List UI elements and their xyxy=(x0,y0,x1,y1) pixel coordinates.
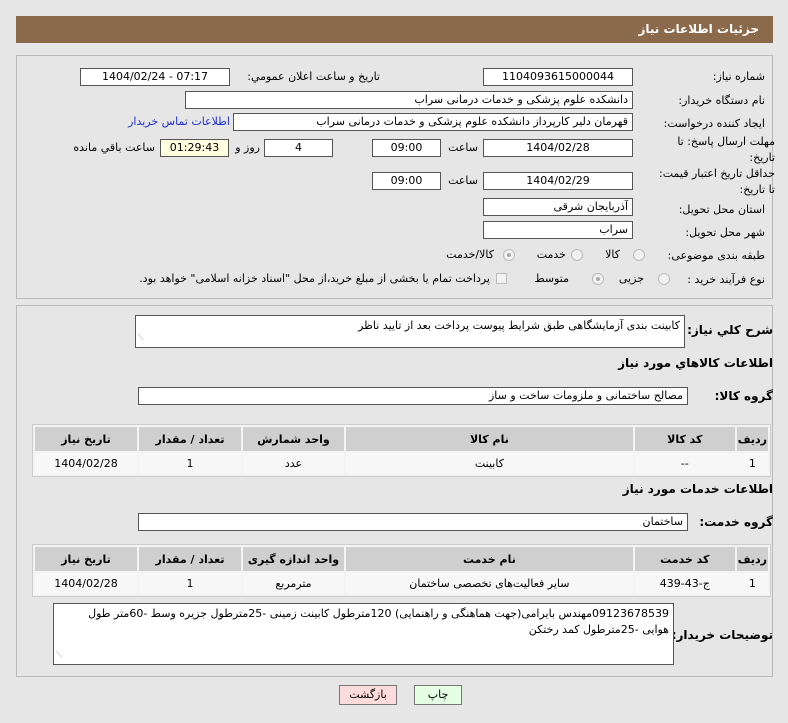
table-row: 1 -- کابینت عدد 1 1404/02/28 xyxy=(35,453,768,474)
process-label: نوع فرآیند خرید : xyxy=(687,273,765,286)
resize-grip-icon[interactable]: ⟋ xyxy=(138,330,144,346)
print-button[interactable]: چاپ xyxy=(414,685,462,705)
cell-date: 1404/02/28 xyxy=(35,573,137,594)
validity-time-field: 09:00 xyxy=(372,172,441,190)
deadline-time-label: ساعت xyxy=(448,141,478,154)
summary-label: شرح کلي نیاز: xyxy=(687,323,773,337)
category-radio-goods-service[interactable] xyxy=(503,249,515,261)
announce-field: 1404/02/24 - 07:17 xyxy=(80,68,230,86)
service-group-label: گروه خدمت: xyxy=(699,515,773,529)
announce-label: تاریخ و ساعت اعلان عمومي: xyxy=(247,70,380,83)
category-label: طبقه بندی موضوعی: xyxy=(667,249,765,262)
goods-table: ردیف کد کالا نام کالا واحد شمارش تعداد /… xyxy=(32,424,771,477)
category-option-service: خدمت xyxy=(536,248,566,261)
cell-date: 1404/02/28 xyxy=(35,453,137,474)
col-unit: واحد اندازه گیری xyxy=(243,547,344,571)
goods-group-label: گروه کالا: xyxy=(714,389,773,403)
days-label: روز و xyxy=(235,141,260,154)
category-radio-service[interactable] xyxy=(571,249,583,261)
buyer-notes-label: توضیحات خریدار: xyxy=(671,628,773,642)
col-qty: تعداد / مقدار xyxy=(139,547,241,571)
process-option-minor: جزیی xyxy=(618,272,644,285)
buyer-notes-textarea[interactable]: 09123678539مهندس بایرامی(جهت هماهنگی و ر… xyxy=(53,603,674,665)
need-number-label: شماره نیاز: xyxy=(712,70,765,83)
cell-unit: مترمربع xyxy=(243,573,344,594)
col-qty: تعداد / مقدار xyxy=(139,427,241,451)
city-field: سراب xyxy=(483,221,633,239)
summary-textarea[interactable]: کابینت بندی آزمایشگاهی طبق شرایط پیوست پ… xyxy=(135,315,685,348)
cell-code: -- xyxy=(634,453,735,474)
cell-code: ج-43-439 xyxy=(634,573,735,594)
time-remaining-field: 01:29:43 xyxy=(160,139,229,157)
col-code: کد کالا xyxy=(634,427,735,451)
col-unit: واحد شمارش xyxy=(243,427,344,451)
deadline-time-field: 09:00 xyxy=(372,139,441,157)
col-code: کد خدمت xyxy=(634,547,735,571)
cell-unit: عدد xyxy=(243,453,344,474)
col-date: تاریخ نیاز xyxy=(35,547,137,571)
creator-label: ایجاد کننده درخواست: xyxy=(663,117,765,130)
goods-table-header: ردیف کد کالا نام کالا واحد شمارش تعداد /… xyxy=(35,427,768,451)
col-row: ردیف xyxy=(736,547,768,571)
category-radio-goods[interactable] xyxy=(633,249,645,261)
need-number-field: 1104093615000044 xyxy=(483,68,633,86)
treasury-payment-note: پرداخت تمام یا بخشی از مبلغ خرید،از محل … xyxy=(139,272,490,285)
goods-group-field: مصالح ساختمانی و ملزومات ساخت و ساز xyxy=(138,387,688,405)
deadline-date-field: 1404/02/28 xyxy=(483,139,633,157)
creator-field: قهرمان دلیر کارپرداز دانشکده علوم پزشکی … xyxy=(233,113,633,131)
city-label: شهر محل تحویل: xyxy=(685,226,765,239)
process-radio-minor[interactable] xyxy=(658,273,670,285)
deadline-label: مهلت ارسال پاسخ: تا تاریخ: xyxy=(677,135,775,164)
process-option-medium: متوسط xyxy=(534,272,569,285)
cell-qty: 1 xyxy=(139,453,241,474)
services-section-title: اطلاعات خدمات مورد نیاز xyxy=(622,482,773,496)
services-table-header: ردیف کد خدمت نام خدمت واحد اندازه گیری ت… xyxy=(35,547,768,571)
days-remaining-field: 4 xyxy=(264,139,333,157)
buyer-contact-link[interactable]: اطلاعات تماس خریدار xyxy=(128,114,230,130)
services-table: ردیف کد خدمت نام خدمت واحد اندازه گیری ت… xyxy=(32,544,771,597)
cell-name: کابینت xyxy=(346,453,633,474)
buyer-notes-text: 09123678539مهندس بایرامی(جهت هماهنگی و ر… xyxy=(88,607,669,636)
col-row: ردیف xyxy=(736,427,768,451)
col-name: نام کالا xyxy=(346,427,633,451)
summary-text: کابینت بندی آزمایشگاهی طبق شرایط پیوست پ… xyxy=(358,319,680,332)
resize-grip-icon[interactable]: ⟋ xyxy=(56,647,62,663)
service-group-field: ساختمان xyxy=(138,513,688,531)
cell-qty: 1 xyxy=(139,573,241,594)
validity-time-label: ساعت xyxy=(448,174,478,187)
buyer-org-label: نام دستگاه خریدار: xyxy=(678,94,765,107)
validity-date-field: 1404/02/29 xyxy=(483,172,633,190)
time-remaining-label: ساعت باقي مانده xyxy=(73,141,155,154)
table-row: 1 ج-43-439 سایر فعالیت‌های تخصصی ساختمان… xyxy=(35,573,768,594)
province-label: استان محل تحویل: xyxy=(678,203,765,216)
category-option-goods: کالا xyxy=(605,248,620,261)
cell-row: 1 xyxy=(736,453,768,474)
category-option-goods-service: کالا/خدمت xyxy=(446,248,494,261)
page-header: جزئیات اطلاعات نیاز xyxy=(16,16,773,43)
col-name: نام خدمت xyxy=(346,547,633,571)
goods-section-title: اطلاعات کالاهاي مورد نیاز xyxy=(618,356,773,370)
col-date: تاریخ نیاز xyxy=(35,427,137,451)
province-field: آذربایجان شرقی xyxy=(483,198,633,216)
cell-row: 1 xyxy=(736,573,768,594)
treasury-payment-checkbox[interactable] xyxy=(496,273,507,284)
cell-name: سایر فعالیت‌های تخصصی ساختمان xyxy=(346,573,633,594)
buyer-org-field: دانشکده علوم پزشکی و خدمات درمانی سراب xyxy=(185,91,633,109)
back-button[interactable]: بازگشت xyxy=(339,685,397,705)
process-radio-medium[interactable] xyxy=(592,273,604,285)
validity-label: حداقل تاریخ اعتبار قیمت: تا تاریخ: xyxy=(659,167,775,196)
